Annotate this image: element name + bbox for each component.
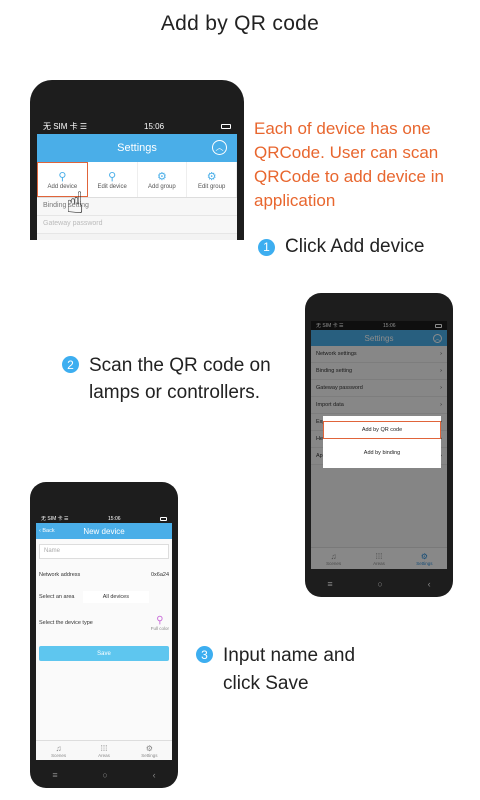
grid-icon: ⁞⁞⁞ [100, 743, 108, 753]
device-type-label: Select the device type [39, 620, 93, 626]
status-carrier: 无 SIM 卡 ☰ [43, 121, 88, 131]
music-icon: ♫ [55, 743, 62, 753]
menu-icon[interactable]: ≡ [52, 770, 57, 780]
bulb-edit-icon: ⚲ [108, 170, 117, 183]
device-type-option[interactable]: ⚲ Full color [151, 615, 169, 631]
bulb-add-icon: ⚲ [58, 170, 67, 183]
tab-scenes[interactable]: ♫ Scenes [36, 741, 81, 760]
network-address-row: Network address 0x6a24 [36, 564, 172, 586]
area-label: Select an area [39, 594, 75, 600]
bulb-icon: ⚲ [156, 615, 164, 626]
step-text: Click Add device [285, 236, 425, 257]
step-text: Scan the QR code on lamps or controllers… [89, 355, 271, 403]
status-bar: 无 SIM 卡 ☰ 15:06 [36, 514, 172, 523]
screen-title: New device [83, 526, 125, 536]
tab-settings[interactable]: ⚙ Settings [127, 741, 172, 760]
step-1: 1 Click Add device [258, 236, 424, 258]
screen-title: Settings [117, 142, 157, 154]
home-icon[interactable]: ○ [377, 579, 382, 589]
app-bar: Settings ︿ [37, 134, 237, 162]
status-time: 15:06 [108, 515, 121, 522]
tab-label: Scenes [51, 752, 67, 758]
add-popup-menu: Add by QR code Add by binding [323, 416, 441, 468]
step-text: Input name and click Save [223, 645, 356, 694]
tab-label: Settings [141, 752, 158, 758]
add-by-qr-code-button[interactable]: Add by QR code [323, 421, 441, 439]
page-title: Add by QR code [160, 12, 320, 35]
home-icon[interactable]: ○ [102, 770, 107, 780]
collapse-up-icon[interactable]: ︿ [212, 140, 227, 155]
status-carrier: 无 SIM 卡 ☰ [41, 516, 69, 522]
area-row[interactable]: Select an area All devices [36, 586, 172, 608]
menu-icon[interactable]: ≡ [327, 579, 332, 589]
phone-settings-popup: 无 SIM 卡 ☰ 15:06 Settings ︿ Network setti… [305, 293, 453, 597]
save-button[interactable]: Save [39, 646, 169, 661]
network-address-label: Network address [39, 572, 81, 578]
area-select[interactable]: All devices [82, 591, 149, 603]
tap-hand-icon: ☝ [66, 187, 85, 220]
step-number-badge: 3 [196, 646, 213, 663]
back-icon[interactable]: ‹ [153, 770, 156, 780]
phone-screen: 无 SIM 卡 ☰ 15:06 Settings ︿ ⚲ Add device … [37, 118, 237, 240]
edit-group-button[interactable]: ⚙ Edit group [187, 162, 237, 197]
gear-icon: ⚙ [145, 743, 153, 753]
step-3: 3 Input name and click Save [196, 642, 396, 698]
step-number-badge: 1 [258, 238, 275, 256]
device-type-row[interactable]: Select the device type ⚲ Full color [36, 608, 172, 638]
battery-icon [221, 123, 231, 129]
add-by-binding-button[interactable]: Add by binding [323, 444, 441, 462]
status-bar: 无 SIM 卡 ☰ 15:06 [37, 118, 237, 134]
step-2: 2 Scan the QR code on lamps or controlle… [62, 352, 302, 406]
battery-icon [160, 516, 167, 521]
add-group-button[interactable]: ⚙ Add group [138, 162, 188, 197]
group-add-icon: ⚙ [156, 170, 167, 183]
device-type-value: Full color [150, 626, 169, 631]
tab-bar: ♫ Scenes ⁞⁞⁞ Areas ⚙ Settings [36, 740, 172, 760]
status-time: 15:06 [144, 121, 165, 131]
system-nav-bar: ≡ ○ ‹ [305, 571, 453, 597]
phone-settings-toolbar: 无 SIM 卡 ☰ 15:06 Settings ︿ ⚲ Add device … [30, 80, 244, 240]
tab-label: Areas [98, 752, 110, 758]
description-text: Each of device has one QRCode. User can … [254, 119, 444, 210]
tool-label: Edit device [97, 183, 127, 190]
step-number-badge: 2 [62, 356, 79, 373]
group-edit-icon: ⚙ [206, 170, 217, 183]
back-icon[interactable]: ‹ [428, 579, 431, 589]
back-label: Back [42, 528, 55, 534]
tool-label: Add group [148, 183, 176, 190]
back-button[interactable]: ‹ Back [39, 528, 55, 534]
system-nav-bar: ≡ ○ ‹ [30, 762, 178, 788]
app-bar: ‹ Back New device [36, 523, 172, 539]
phone-screen: 无 SIM 卡 ☰ 15:06 Settings ︿ Network setti… [311, 321, 447, 569]
network-address-value: 0x6a24 [150, 572, 169, 578]
edit-device-button[interactable]: ⚲ Edit device [88, 162, 138, 197]
tab-areas[interactable]: ⁞⁞⁞ Areas [81, 741, 126, 760]
phone-new-device: 无 SIM 卡 ☰ 15:06 ‹ Back New device Name N… [30, 482, 178, 788]
tool-label: Edit group [197, 183, 226, 190]
phone-screen: 无 SIM 卡 ☰ 15:06 ‹ Back New device Name N… [36, 514, 172, 760]
name-input[interactable]: Name [39, 544, 169, 559]
